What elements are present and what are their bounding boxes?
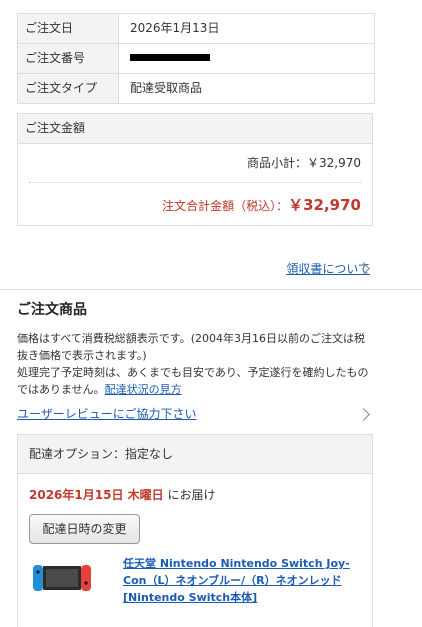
product-name-link[interactable]: 任天堂 Nintendo Nintendo Switch Joy-Con（L）ネ…: [123, 555, 359, 606]
delivery-option: 配達オプション：指定なし: [18, 435, 372, 474]
order-total: 注文合計金額（税込）：￥32,970: [162, 194, 361, 215]
user-review-link[interactable]: ユーザーレビューにご協力下さい: [17, 405, 197, 422]
product-thumbnail[interactable]: [32, 563, 92, 593]
order-type-label: ご注文タイプ: [18, 74, 119, 103]
notice-line-1: 価格はすべて消費税総額表示です。(2004年3月16日以前のご注文は税抜き価格で…: [17, 332, 365, 362]
order-number-value: [119, 44, 374, 73]
change-delivery-button[interactable]: 配達日時の変更: [29, 514, 140, 544]
subtotal-text: 商品小計：￥32,970: [247, 156, 361, 170]
order-amount-box: ご注文金額 商品小計：￥32,970 注文合計金額（税込）：￥32,970: [17, 113, 373, 226]
notice-line-2-text: 処理完了予定時刻は、あくまでも目安であり、予定遂行を確約したものではありません。: [17, 366, 369, 396]
order-date-label: ご注文日: [18, 14, 119, 43]
order-amount-heading: ご注文金額: [18, 114, 372, 144]
order-number-label: ご注文番号: [18, 44, 119, 73]
delivery-box: 配達オプション：指定なし 2026年1月15日 木曜日 にお届け 配達日時の変更…: [17, 434, 373, 627]
delivery-date-suffix: にお届け: [167, 488, 216, 502]
order-date-row: ご注文日 2026年1月13日: [18, 14, 374, 43]
order-number-row: ご注文番号: [18, 43, 374, 73]
order-type-value: 配達受取商品: [130, 81, 203, 95]
ordered-products-title: ご注文商品: [17, 302, 87, 318]
dotted-divider: [29, 182, 361, 183]
section-divider: [0, 289, 422, 290]
chevron-right-icon[interactable]: [357, 408, 370, 421]
order-total-value: ￥32,970: [288, 196, 361, 214]
redacted-order-number: [130, 54, 210, 61]
notice-line-2: 処理完了予定時刻は、あくまでも目安であり、予定遂行を確約したものではありません。…: [17, 364, 373, 398]
delivery-date: 2026年1月15日 木曜日 にお届け: [29, 486, 215, 503]
price-notice: 価格はすべて消費税総額表示です。(2004年3月16日以前のご注文は税抜き価格で…: [17, 330, 373, 398]
order-info-table: ご注文日 2026年1月13日 ご注文番号 ご注文タイプ 配達受取商品: [17, 13, 375, 104]
delivery-date-value: 2026年1月15日 木曜日: [29, 488, 164, 502]
delivery-status-link[interactable]: 配達状況の見方: [105, 383, 182, 396]
order-date-value: 2026年1月13日: [130, 21, 220, 35]
order-type-row: ご注文タイプ 配達受取商品: [18, 73, 374, 103]
order-total-label: 注文合計金額（税込）：: [162, 199, 289, 213]
